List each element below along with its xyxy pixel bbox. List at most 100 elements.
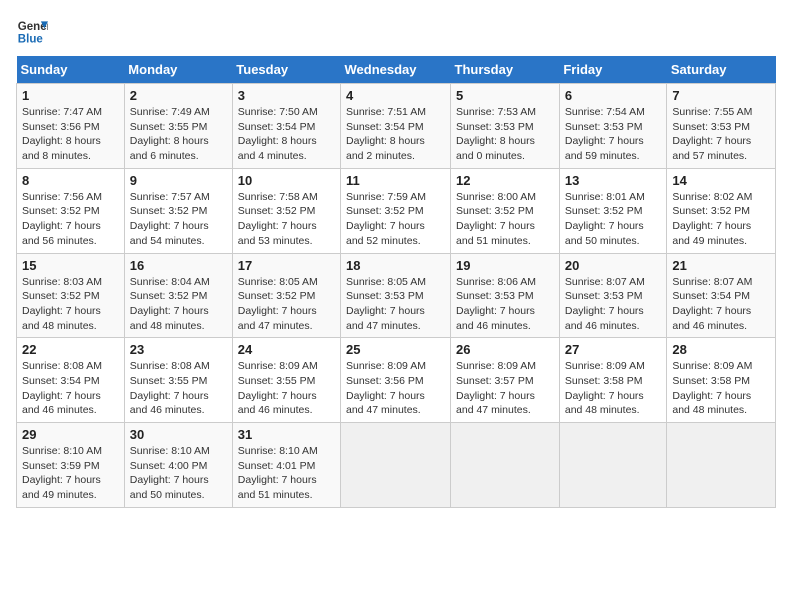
day-number: 16 (130, 258, 227, 273)
calendar-day-cell: 31 Sunrise: 8:10 AMSunset: 4:01 PMDaylig… (232, 423, 340, 508)
calendar-day-cell: 27 Sunrise: 8:09 AMSunset: 3:58 PMDaylig… (559, 338, 667, 423)
day-number: 24 (238, 342, 335, 357)
calendar-day-cell: 14 Sunrise: 8:02 AMSunset: 3:52 PMDaylig… (667, 168, 776, 253)
day-number: 19 (456, 258, 554, 273)
day-info: Sunrise: 8:05 AMSunset: 3:53 PMDaylight:… (346, 276, 426, 332)
calendar-day-cell: 18 Sunrise: 8:05 AMSunset: 3:53 PMDaylig… (341, 253, 451, 338)
day-number: 8 (22, 173, 119, 188)
weekday-header: Tuesday (232, 56, 340, 84)
calendar-day-cell: 17 Sunrise: 8:05 AMSunset: 3:52 PMDaylig… (232, 253, 340, 338)
day-number: 27 (565, 342, 662, 357)
day-info: Sunrise: 8:07 AMSunset: 3:53 PMDaylight:… (565, 276, 645, 332)
day-number: 17 (238, 258, 335, 273)
calendar-day-cell: 1 Sunrise: 7:47 AMSunset: 3:56 PMDayligh… (17, 84, 125, 169)
day-info: Sunrise: 7:50 AMSunset: 3:54 PMDaylight:… (238, 106, 318, 162)
day-info: Sunrise: 8:09 AMSunset: 3:58 PMDaylight:… (565, 360, 645, 416)
day-number: 10 (238, 173, 335, 188)
day-info: Sunrise: 8:04 AMSunset: 3:52 PMDaylight:… (130, 276, 210, 332)
day-number: 18 (346, 258, 445, 273)
calendar-day-cell: 20 Sunrise: 8:07 AMSunset: 3:53 PMDaylig… (559, 253, 667, 338)
calendar-day-cell: 11 Sunrise: 7:59 AMSunset: 3:52 PMDaylig… (341, 168, 451, 253)
day-number: 15 (22, 258, 119, 273)
day-info: Sunrise: 7:54 AMSunset: 3:53 PMDaylight:… (565, 106, 645, 162)
calendar-day-cell: 23 Sunrise: 8:08 AMSunset: 3:55 PMDaylig… (124, 338, 232, 423)
day-number: 23 (130, 342, 227, 357)
weekday-header: Saturday (667, 56, 776, 84)
day-number: 26 (456, 342, 554, 357)
calendar-day-cell: 10 Sunrise: 7:58 AMSunset: 3:52 PMDaylig… (232, 168, 340, 253)
day-info: Sunrise: 7:51 AMSunset: 3:54 PMDaylight:… (346, 106, 426, 162)
day-info: Sunrise: 7:56 AMSunset: 3:52 PMDaylight:… (22, 191, 102, 247)
calendar-day-cell: 12 Sunrise: 8:00 AMSunset: 3:52 PMDaylig… (451, 168, 560, 253)
calendar-day-cell: 5 Sunrise: 7:53 AMSunset: 3:53 PMDayligh… (451, 84, 560, 169)
calendar-day-cell: 3 Sunrise: 7:50 AMSunset: 3:54 PMDayligh… (232, 84, 340, 169)
calendar-day-cell: 9 Sunrise: 7:57 AMSunset: 3:52 PMDayligh… (124, 168, 232, 253)
day-info: Sunrise: 8:10 AMSunset: 4:00 PMDaylight:… (130, 445, 210, 501)
calendar-week-row: 15 Sunrise: 8:03 AMSunset: 3:52 PMDaylig… (17, 253, 776, 338)
logo-icon: General Blue (16, 16, 48, 48)
day-info: Sunrise: 8:09 AMSunset: 3:57 PMDaylight:… (456, 360, 536, 416)
day-info: Sunrise: 7:53 AMSunset: 3:53 PMDaylight:… (456, 106, 536, 162)
calendar-day-cell: 8 Sunrise: 7:56 AMSunset: 3:52 PMDayligh… (17, 168, 125, 253)
day-number: 7 (672, 88, 770, 103)
page-header: General Blue (16, 16, 776, 48)
calendar-day-cell: 28 Sunrise: 8:09 AMSunset: 3:58 PMDaylig… (667, 338, 776, 423)
calendar-day-cell: 22 Sunrise: 8:08 AMSunset: 3:54 PMDaylig… (17, 338, 125, 423)
day-number: 6 (565, 88, 662, 103)
calendar-day-cell: 4 Sunrise: 7:51 AMSunset: 3:54 PMDayligh… (341, 84, 451, 169)
calendar-day-cell: 6 Sunrise: 7:54 AMSunset: 3:53 PMDayligh… (559, 84, 667, 169)
weekday-header: Monday (124, 56, 232, 84)
day-info: Sunrise: 8:08 AMSunset: 3:54 PMDaylight:… (22, 360, 102, 416)
day-number: 9 (130, 173, 227, 188)
calendar-day-cell: 2 Sunrise: 7:49 AMSunset: 3:55 PMDayligh… (124, 84, 232, 169)
calendar-week-row: 1 Sunrise: 7:47 AMSunset: 3:56 PMDayligh… (17, 84, 776, 169)
day-info: Sunrise: 8:01 AMSunset: 3:52 PMDaylight:… (565, 191, 645, 247)
day-info: Sunrise: 8:02 AMSunset: 3:52 PMDaylight:… (672, 191, 752, 247)
day-info: Sunrise: 8:03 AMSunset: 3:52 PMDaylight:… (22, 276, 102, 332)
calendar-day-cell (559, 423, 667, 508)
day-number: 14 (672, 173, 770, 188)
calendar-day-cell: 21 Sunrise: 8:07 AMSunset: 3:54 PMDaylig… (667, 253, 776, 338)
day-info: Sunrise: 7:59 AMSunset: 3:52 PMDaylight:… (346, 191, 426, 247)
calendar-day-cell: 19 Sunrise: 8:06 AMSunset: 3:53 PMDaylig… (451, 253, 560, 338)
day-number: 4 (346, 88, 445, 103)
calendar-day-cell: 15 Sunrise: 8:03 AMSunset: 3:52 PMDaylig… (17, 253, 125, 338)
day-info: Sunrise: 8:10 AMSunset: 3:59 PMDaylight:… (22, 445, 102, 501)
calendar-header-row: SundayMondayTuesdayWednesdayThursdayFrid… (17, 56, 776, 84)
day-number: 12 (456, 173, 554, 188)
day-info: Sunrise: 8:10 AMSunset: 4:01 PMDaylight:… (238, 445, 318, 501)
day-number: 30 (130, 427, 227, 442)
day-info: Sunrise: 8:06 AMSunset: 3:53 PMDaylight:… (456, 276, 536, 332)
day-info: Sunrise: 7:47 AMSunset: 3:56 PMDaylight:… (22, 106, 102, 162)
calendar-day-cell: 26 Sunrise: 8:09 AMSunset: 3:57 PMDaylig… (451, 338, 560, 423)
calendar-day-cell (451, 423, 560, 508)
weekday-header: Thursday (451, 56, 560, 84)
day-number: 31 (238, 427, 335, 442)
weekday-header: Sunday (17, 56, 125, 84)
calendar-week-row: 8 Sunrise: 7:56 AMSunset: 3:52 PMDayligh… (17, 168, 776, 253)
day-number: 25 (346, 342, 445, 357)
day-info: Sunrise: 8:00 AMSunset: 3:52 PMDaylight:… (456, 191, 536, 247)
day-number: 29 (22, 427, 119, 442)
calendar-day-cell (341, 423, 451, 508)
day-number: 11 (346, 173, 445, 188)
calendar-day-cell: 13 Sunrise: 8:01 AMSunset: 3:52 PMDaylig… (559, 168, 667, 253)
calendar-week-row: 22 Sunrise: 8:08 AMSunset: 3:54 PMDaylig… (17, 338, 776, 423)
calendar-day-cell: 29 Sunrise: 8:10 AMSunset: 3:59 PMDaylig… (17, 423, 125, 508)
day-info: Sunrise: 7:58 AMSunset: 3:52 PMDaylight:… (238, 191, 318, 247)
day-info: Sunrise: 8:05 AMSunset: 3:52 PMDaylight:… (238, 276, 318, 332)
day-number: 20 (565, 258, 662, 273)
weekday-header: Friday (559, 56, 667, 84)
day-number: 5 (456, 88, 554, 103)
day-info: Sunrise: 7:55 AMSunset: 3:53 PMDaylight:… (672, 106, 752, 162)
svg-text:Blue: Blue (18, 34, 44, 46)
day-number: 3 (238, 88, 335, 103)
day-info: Sunrise: 8:09 AMSunset: 3:56 PMDaylight:… (346, 360, 426, 416)
day-number: 2 (130, 88, 227, 103)
weekday-header: Wednesday (341, 56, 451, 84)
calendar-day-cell: 24 Sunrise: 8:09 AMSunset: 3:55 PMDaylig… (232, 338, 340, 423)
day-info: Sunrise: 8:08 AMSunset: 3:55 PMDaylight:… (130, 360, 210, 416)
day-info: Sunrise: 8:09 AMSunset: 3:55 PMDaylight:… (238, 360, 318, 416)
day-info: Sunrise: 7:49 AMSunset: 3:55 PMDaylight:… (130, 106, 210, 162)
calendar-day-cell: 16 Sunrise: 8:04 AMSunset: 3:52 PMDaylig… (124, 253, 232, 338)
